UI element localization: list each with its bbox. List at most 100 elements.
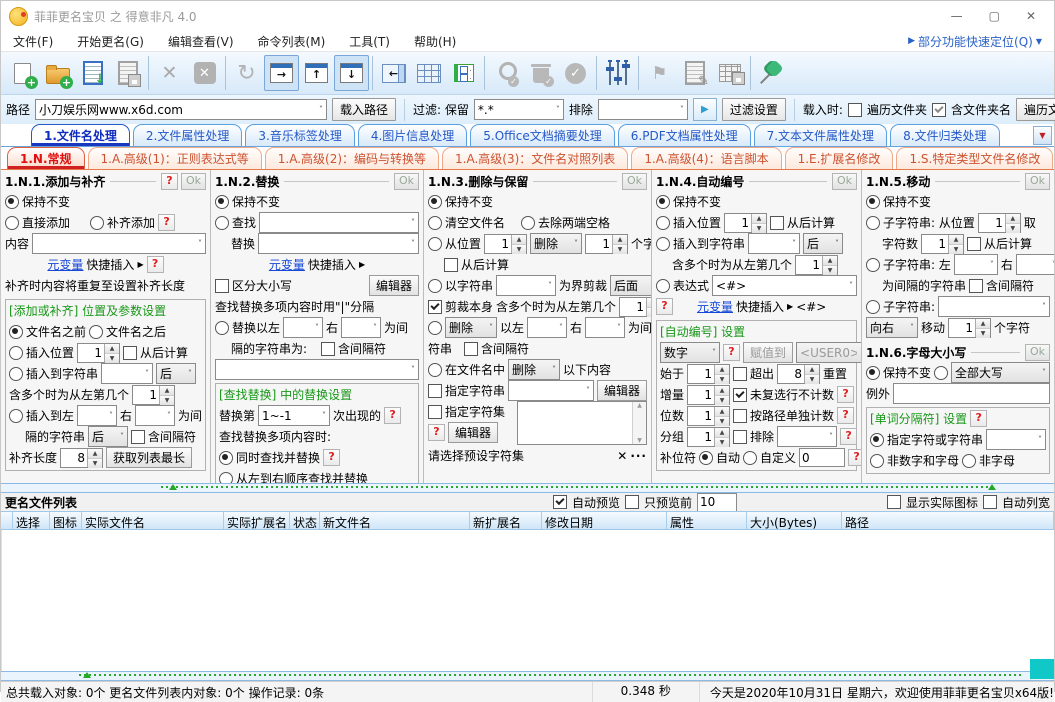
- add-folder-button[interactable]: +: [40, 55, 75, 91]
- after-before-select[interactable]: 后 ˅: [156, 363, 197, 384]
- panel-right-toggle[interactable]: →: [264, 55, 299, 91]
- number-type-select[interactable]: 数字 ˅: [660, 342, 720, 363]
- column-actual-filename[interactable]: 实际文件名: [82, 512, 224, 529]
- custom-pad-radio[interactable]: [743, 450, 758, 465]
- after-before-select[interactable]: 后 ˅: [803, 233, 844, 254]
- subtab-specific-types[interactable]: 1.S.特定类型文件名修改: [896, 147, 1054, 169]
- keep-radio[interactable]: [428, 194, 442, 209]
- help-button[interactable]: ?: [428, 424, 445, 441]
- exclude-checkbox[interactable]: [733, 429, 748, 444]
- multi-index-spinner[interactable]: 1▲▼: [619, 296, 651, 317]
- help-button[interactable]: ?: [158, 214, 176, 231]
- include-sep-checkbox[interactable]: [969, 278, 984, 293]
- right-string-combobox[interactable]: ˅: [585, 317, 626, 338]
- tab-overflow-button[interactable]: ▼: [1033, 125, 1052, 145]
- insert-between-radio[interactable]: [9, 408, 23, 423]
- clear-name-radio[interactable]: [428, 215, 442, 230]
- ok-button[interactable]: Ok: [1024, 172, 1050, 190]
- include-sep-checkbox[interactable]: [464, 341, 479, 356]
- simultaneous-radio[interactable]: [219, 450, 233, 465]
- delete-action-select[interactable]: 删除 ˅: [530, 233, 583, 254]
- assign-button[interactable]: 赋值到: [743, 342, 794, 363]
- flag-button[interactable]: ⚑: [642, 55, 677, 91]
- help-button[interactable]: ?: [146, 256, 164, 273]
- traverse-list-button[interactable]: 遍历文件列表: [1016, 98, 1055, 121]
- columns-grid-button[interactable]: [411, 55, 446, 91]
- multi-index-spinner[interactable]: 1▲▼: [132, 384, 176, 405]
- quick-locate-button[interactable]: ▶ 部分功能快速定位(Q) ▼: [908, 33, 1042, 50]
- from-end-checkbox[interactable]: [770, 215, 785, 230]
- after-name-radio[interactable]: [89, 324, 104, 339]
- right-string-combobox[interactable]: ˅: [135, 405, 176, 426]
- preview-count-input[interactable]: [696, 492, 737, 512]
- spec-chars-combobox[interactable]: ˅: [986, 429, 1046, 450]
- keep-radio[interactable]: [656, 194, 670, 209]
- pin-button[interactable]: [754, 55, 789, 91]
- maximize-button[interactable]: ▢: [989, 9, 1000, 23]
- help-button[interactable]: ?: [384, 407, 402, 424]
- keep-radio[interactable]: [866, 194, 880, 209]
- tab-image-info[interactable]: 4.图片信息处理: [357, 124, 468, 146]
- column-status[interactable]: 状态: [290, 512, 320, 529]
- left-to-right-radio[interactable]: [219, 471, 233, 483]
- assign-target-select[interactable]: <USER0>˅: [796, 342, 861, 363]
- multi-index-spinner[interactable]: 1▲▼: [795, 254, 839, 275]
- help-button[interactable]: ?: [323, 449, 341, 466]
- meta-variable-link[interactable]: 元变量: [697, 298, 733, 315]
- delete-action-select[interactable]: 删除 ˅: [445, 317, 497, 338]
- left-string-combobox[interactable]: ˅: [953, 254, 998, 275]
- help-button[interactable]: ?: [848, 449, 861, 466]
- position-spinner[interactable]: 1 ▲ ▼: [484, 233, 528, 254]
- panel-top-toggle[interactable]: ↑: [299, 55, 334, 91]
- delete-action-select[interactable]: 删除 ˅: [508, 359, 561, 380]
- from-end-checkbox[interactable]: [967, 236, 982, 251]
- subtab-script[interactable]: 1.A.高级(4)：语言脚本: [631, 147, 782, 169]
- editor-button[interactable]: 编辑器: [368, 275, 419, 296]
- ok-button[interactable]: Ok: [621, 172, 647, 190]
- load-path-button[interactable]: 载入路径: [332, 98, 397, 121]
- tab-pdf-attributes[interactable]: 6.PDF文档属性处理: [617, 124, 751, 146]
- help-button[interactable]: ?: [837, 407, 855, 424]
- splitter-handle-icon[interactable]: [169, 484, 177, 490]
- ok-button[interactable]: Ok: [180, 172, 206, 190]
- auto-preview-checkbox[interactable]: [552, 495, 567, 509]
- include-foldername-checkbox[interactable]: [931, 102, 946, 117]
- keep-radio[interactable]: [5, 194, 19, 209]
- tab-filename[interactable]: 1.文件名处理: [31, 124, 130, 146]
- keep-radio[interactable]: [215, 194, 229, 209]
- ok-button[interactable]: Ok: [1024, 343, 1050, 361]
- scrollbar[interactable]: ▲ ▼: [632, 402, 646, 444]
- remove-all-button[interactable]: ✕: [187, 55, 222, 91]
- left-string-combobox[interactable]: ˅: [77, 405, 118, 426]
- menu-help[interactable]: 帮助(H): [414, 33, 456, 50]
- ok-button[interactable]: Ok: [831, 172, 857, 190]
- cut-side-select[interactable]: 后面˅: [610, 275, 651, 296]
- more-button[interactable]: ···: [630, 449, 647, 463]
- menu-edit-view[interactable]: 编辑查看(V): [168, 33, 234, 50]
- keep-radio[interactable]: [866, 365, 880, 380]
- substring-radio[interactable]: [866, 299, 880, 314]
- close-button[interactable]: ✕: [1026, 9, 1036, 23]
- tab-file-attributes[interactable]: 2.文件属性处理: [132, 124, 243, 146]
- case-sensitive-checkbox[interactable]: [215, 278, 229, 293]
- left-string-combobox[interactable]: ˅: [527, 317, 568, 338]
- replace-between-radio[interactable]: [215, 320, 229, 335]
- help-button[interactable]: ?: [656, 298, 673, 315]
- left-string-combobox[interactable]: ˅: [283, 317, 324, 338]
- load-list-button[interactable]: ↓: [75, 55, 110, 91]
- search-check-button[interactable]: ✓: [488, 55, 523, 91]
- from-end-checkbox[interactable]: [444, 257, 458, 272]
- clear-icon[interactable]: ✕: [617, 449, 627, 463]
- increment-spinner[interactable]: 1 ▲ ▼: [687, 384, 731, 405]
- confirm-button[interactable]: ✓: [558, 55, 593, 91]
- tab-text-attributes[interactable]: 7.文本文件属性处理: [753, 124, 888, 146]
- grouping-spinner[interactable]: 1 ▲ ▼: [687, 426, 731, 447]
- occurrence-combobox[interactable]: 1~-1 ˅: [258, 405, 331, 426]
- substring-between-radio[interactable]: [866, 257, 880, 272]
- overflow-spinner[interactable]: 8 ▲ ▼: [777, 363, 821, 384]
- column-new-filename[interactable]: 新文件名: [320, 512, 470, 529]
- exclude-combobox[interactable]: ˅: [597, 99, 688, 120]
- cut-self-checkbox[interactable]: [428, 299, 442, 314]
- include-sep-checkbox[interactable]: [131, 429, 146, 444]
- trim-spaces-radio[interactable]: [521, 215, 536, 230]
